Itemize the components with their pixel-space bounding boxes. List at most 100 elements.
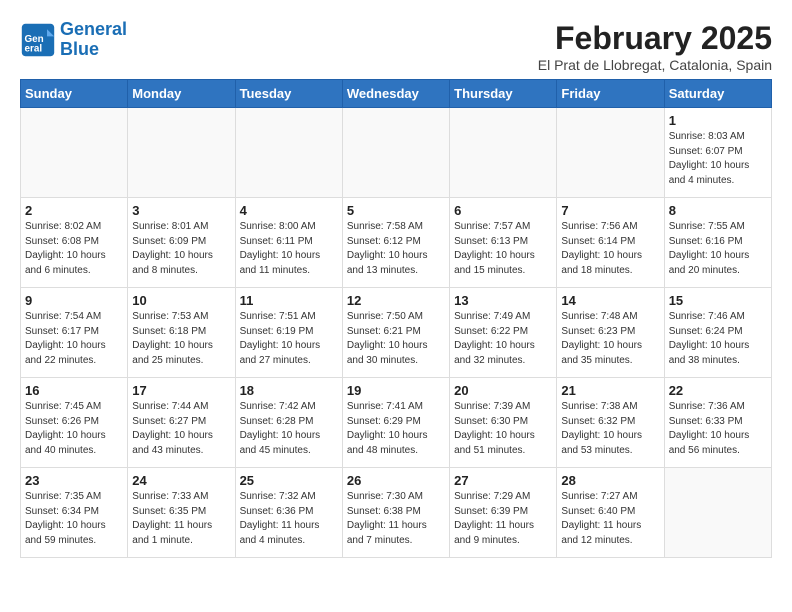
calendar-cell: 4 Sunrise: 8:00 AM Sunset: 6:11 PM Daylig… xyxy=(235,198,342,288)
calendar-cell: 16 Sunrise: 7:45 AM Sunset: 6:26 PM Dayli… xyxy=(21,378,128,468)
day-info: Sunrise: 8:00 AM Sunset: 6:11 PM Dayligh… xyxy=(240,220,338,278)
day-number: 17 xyxy=(132,383,230,398)
column-header-thursday: Thursday xyxy=(450,80,557,108)
day-number: 22 xyxy=(669,383,767,398)
day-number: 6 xyxy=(454,203,552,218)
day-number: 1 xyxy=(669,113,767,128)
day-info: Sunrise: 7:53 AM Sunset: 6:18 PM Dayligh… xyxy=(132,310,230,368)
calendar-week-5: 23 Sunrise: 7:35 AM Sunset: 6:34 PM Dayli… xyxy=(21,468,772,558)
page-header: Gen eral General Blue February 2025 El P… xyxy=(20,20,772,73)
calendar-cell: 13 Sunrise: 7:49 AM Sunset: 6:22 PM Dayli… xyxy=(450,288,557,378)
day-number: 14 xyxy=(561,293,659,308)
day-info: Sunrise: 8:01 AM Sunset: 6:09 PM Dayligh… xyxy=(132,220,230,278)
calendar-cell: 14 Sunrise: 7:48 AM Sunset: 6:23 PM Dayli… xyxy=(557,288,664,378)
column-header-sunday: Sunday xyxy=(21,80,128,108)
column-header-friday: Friday xyxy=(557,80,664,108)
calendar-table: SundayMondayTuesdayWednesdayThursdayFrid… xyxy=(20,79,772,558)
day-number: 13 xyxy=(454,293,552,308)
calendar-cell: 5 Sunrise: 7:58 AM Sunset: 6:12 PM Daylig… xyxy=(342,198,449,288)
calendar-cell: 26 Sunrise: 7:30 AM Sunset: 6:38 PM Dayli… xyxy=(342,468,449,558)
calendar-cell: 1 Sunrise: 8:03 AM Sunset: 6:07 PM Daylig… xyxy=(664,108,771,198)
day-info: Sunrise: 7:42 AM Sunset: 6:28 PM Dayligh… xyxy=(240,400,338,458)
day-info: Sunrise: 7:49 AM Sunset: 6:22 PM Dayligh… xyxy=(454,310,552,368)
column-header-tuesday: Tuesday xyxy=(235,80,342,108)
calendar-cell: 2Sunrise: 8:02 AM Sunset: 6:08 PM Daylig… xyxy=(21,198,128,288)
calendar-cell: 8 Sunrise: 7:55 AM Sunset: 6:16 PM Daylig… xyxy=(664,198,771,288)
calendar-cell: 25 Sunrise: 7:32 AM Sunset: 6:36 PM Dayli… xyxy=(235,468,342,558)
calendar-cell xyxy=(128,108,235,198)
logo: Gen eral General Blue xyxy=(20,20,127,60)
day-number: 27 xyxy=(454,473,552,488)
day-info: Sunrise: 7:50 AM Sunset: 6:21 PM Dayligh… xyxy=(347,310,445,368)
calendar-cell: 19 Sunrise: 7:41 AM Sunset: 6:29 PM Dayli… xyxy=(342,378,449,468)
day-info: Sunrise: 8:03 AM Sunset: 6:07 PM Dayligh… xyxy=(669,130,767,188)
day-info: Sunrise: 7:41 AM Sunset: 6:29 PM Dayligh… xyxy=(347,400,445,458)
day-info: Sunrise: 7:57 AM Sunset: 6:13 PM Dayligh… xyxy=(454,220,552,278)
day-info: Sunrise: 7:33 AM Sunset: 6:35 PM Dayligh… xyxy=(132,490,230,548)
day-number: 24 xyxy=(132,473,230,488)
column-header-wednesday: Wednesday xyxy=(342,80,449,108)
calendar-week-4: 16 Sunrise: 7:45 AM Sunset: 6:26 PM Dayli… xyxy=(21,378,772,468)
day-info: Sunrise: 7:29 AM Sunset: 6:39 PM Dayligh… xyxy=(454,490,552,548)
logo-line2: Blue xyxy=(60,39,99,59)
calendar-cell: 18 Sunrise: 7:42 AM Sunset: 6:28 PM Dayli… xyxy=(235,378,342,468)
calendar-cell xyxy=(450,108,557,198)
day-info: Sunrise: 7:36 AM Sunset: 6:33 PM Dayligh… xyxy=(669,400,767,458)
calendar-cell: 15 Sunrise: 7:46 AM Sunset: 6:24 PM Dayli… xyxy=(664,288,771,378)
day-info: Sunrise: 7:39 AM Sunset: 6:30 PM Dayligh… xyxy=(454,400,552,458)
day-number: 10 xyxy=(132,293,230,308)
day-number: 21 xyxy=(561,383,659,398)
day-info: Sunrise: 7:48 AM Sunset: 6:23 PM Dayligh… xyxy=(561,310,659,368)
calendar-cell: 3 Sunrise: 8:01 AM Sunset: 6:09 PM Daylig… xyxy=(128,198,235,288)
subtitle: El Prat de Llobregat, Catalonia, Spain xyxy=(538,57,772,73)
calendar-cell: 11 Sunrise: 7:51 AM Sunset: 6:19 PM Dayli… xyxy=(235,288,342,378)
day-info: Sunrise: 7:56 AM Sunset: 6:14 PM Dayligh… xyxy=(561,220,659,278)
day-number: 8 xyxy=(669,203,767,218)
calendar-week-1: 1 Sunrise: 8:03 AM Sunset: 6:07 PM Daylig… xyxy=(21,108,772,198)
day-number: 2 xyxy=(25,203,123,218)
logo-icon: Gen eral xyxy=(20,22,56,58)
day-number: 26 xyxy=(347,473,445,488)
day-number: 3 xyxy=(132,203,230,218)
day-info: Sunrise: 7:35 AM Sunset: 6:34 PM Dayligh… xyxy=(25,490,123,548)
day-number: 20 xyxy=(454,383,552,398)
day-number: 12 xyxy=(347,293,445,308)
calendar-cell: 28 Sunrise: 7:27 AM Sunset: 6:40 PM Dayli… xyxy=(557,468,664,558)
column-header-monday: Monday xyxy=(128,80,235,108)
day-number: 19 xyxy=(347,383,445,398)
day-number: 23 xyxy=(25,473,123,488)
day-info: Sunrise: 7:27 AM Sunset: 6:40 PM Dayligh… xyxy=(561,490,659,548)
day-info: Sunrise: 7:51 AM Sunset: 6:19 PM Dayligh… xyxy=(240,310,338,368)
day-number: 18 xyxy=(240,383,338,398)
day-info: Sunrise: 7:45 AM Sunset: 6:26 PM Dayligh… xyxy=(25,400,123,458)
day-number: 5 xyxy=(347,203,445,218)
day-number: 15 xyxy=(669,293,767,308)
calendar-cell: 20 Sunrise: 7:39 AM Sunset: 6:30 PM Dayli… xyxy=(450,378,557,468)
calendar-week-2: 2Sunrise: 8:02 AM Sunset: 6:08 PM Daylig… xyxy=(21,198,772,288)
day-info: Sunrise: 7:54 AM Sunset: 6:17 PM Dayligh… xyxy=(25,310,123,368)
calendar-week-3: 9 Sunrise: 7:54 AM Sunset: 6:17 PM Daylig… xyxy=(21,288,772,378)
day-number: 11 xyxy=(240,293,338,308)
title-block: February 2025 El Prat de Llobregat, Cata… xyxy=(538,20,772,73)
day-info: Sunrise: 7:30 AM Sunset: 6:38 PM Dayligh… xyxy=(347,490,445,548)
column-header-saturday: Saturday xyxy=(664,80,771,108)
day-info: Sunrise: 7:38 AM Sunset: 6:32 PM Dayligh… xyxy=(561,400,659,458)
day-number: 16 xyxy=(25,383,123,398)
calendar-cell: 17Sunrise: 7:44 AM Sunset: 6:27 PM Dayli… xyxy=(128,378,235,468)
day-number: 28 xyxy=(561,473,659,488)
calendar-header-row: SundayMondayTuesdayWednesdayThursdayFrid… xyxy=(21,80,772,108)
main-title: February 2025 xyxy=(538,20,772,57)
calendar-cell: 21 Sunrise: 7:38 AM Sunset: 6:32 PM Dayli… xyxy=(557,378,664,468)
day-number: 9 xyxy=(25,293,123,308)
day-number: 25 xyxy=(240,473,338,488)
day-info: Sunrise: 7:46 AM Sunset: 6:24 PM Dayligh… xyxy=(669,310,767,368)
day-info: Sunrise: 7:55 AM Sunset: 6:16 PM Dayligh… xyxy=(669,220,767,278)
day-number: 4 xyxy=(240,203,338,218)
logo-text: General Blue xyxy=(60,20,127,60)
calendar-cell: 12 Sunrise: 7:50 AM Sunset: 6:21 PM Dayli… xyxy=(342,288,449,378)
calendar-cell: 27 Sunrise: 7:29 AM Sunset: 6:39 PM Dayli… xyxy=(450,468,557,558)
day-info: Sunrise: 7:58 AM Sunset: 6:12 PM Dayligh… xyxy=(347,220,445,278)
calendar-cell: 10 Sunrise: 7:53 AM Sunset: 6:18 PM Dayli… xyxy=(128,288,235,378)
day-info: Sunrise: 7:32 AM Sunset: 6:36 PM Dayligh… xyxy=(240,490,338,548)
calendar-cell: 23 Sunrise: 7:35 AM Sunset: 6:34 PM Dayli… xyxy=(21,468,128,558)
